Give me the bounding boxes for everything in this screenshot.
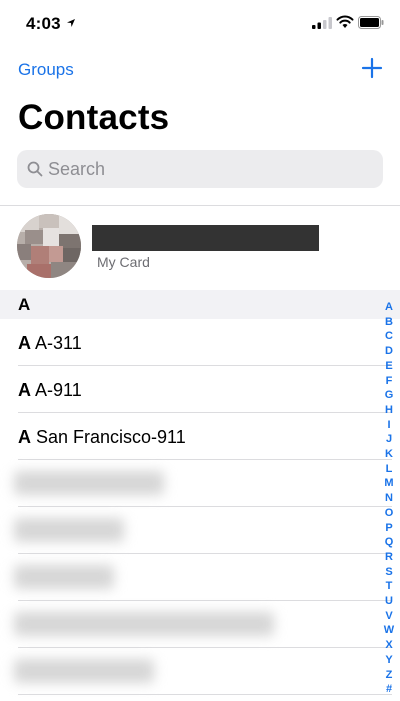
battery-icon — [358, 16, 384, 29]
search-input[interactable]: Search — [17, 150, 383, 188]
divider — [0, 205, 400, 206]
index-letter[interactable]: Y — [380, 653, 398, 668]
contact-name: San Francisco-911 — [31, 427, 186, 447]
contact-name: A-911 — [31, 380, 82, 400]
index-letter[interactable]: Z — [380, 668, 398, 683]
contact-row-obscured[interactable] — [0, 461, 400, 507]
contact-initial: A — [18, 427, 31, 447]
index-letter[interactable]: D — [380, 344, 398, 359]
row-divider — [18, 647, 392, 648]
groups-button[interactable]: Groups — [18, 60, 74, 80]
row-divider — [18, 459, 392, 460]
row-divider — [18, 412, 392, 413]
row-divider — [18, 600, 392, 601]
index-letter[interactable]: C — [380, 329, 398, 344]
index-letter[interactable]: R — [380, 550, 398, 565]
contact-name: A-311 — [31, 333, 82, 353]
index-letter[interactable]: X — [380, 638, 398, 653]
page-title: Contacts — [18, 98, 170, 137]
index-letter[interactable]: M — [380, 476, 398, 491]
contact-row[interactable]: A A-311 — [0, 320, 400, 366]
cellular-signal-icon — [312, 17, 332, 29]
wifi-icon — [336, 15, 354, 28]
index-letter[interactable]: E — [380, 359, 398, 374]
contact-initial: A — [18, 333, 31, 353]
status-bar: 4:03 — [0, 0, 400, 44]
row-divider — [18, 553, 392, 554]
section-letter: A — [18, 295, 31, 314]
index-letter[interactable]: # — [380, 682, 398, 697]
index-letter[interactable]: Q — [380, 535, 398, 550]
index-letter[interactable]: W — [380, 623, 398, 638]
index-letter[interactable]: N — [380, 491, 398, 506]
index-letter[interactable]: T — [380, 579, 398, 594]
avatar[interactable] — [17, 214, 81, 278]
redacted-name — [92, 225, 319, 251]
index-letter[interactable]: G — [380, 388, 398, 403]
contact-row-obscured[interactable] — [0, 508, 400, 554]
index-letter[interactable]: I — [380, 418, 398, 433]
row-divider — [18, 694, 392, 695]
index-letter[interactable]: V — [380, 609, 398, 624]
search-placeholder: Search — [48, 159, 106, 179]
plus-icon[interactable] — [360, 56, 384, 80]
section-header: A — [0, 290, 400, 319]
index-letter[interactable]: A — [380, 300, 398, 315]
index-letter[interactable]: B — [380, 315, 398, 330]
status-time: 4:03 — [26, 14, 61, 33]
contact-initial: A — [18, 380, 31, 400]
index-letter[interactable]: L — [380, 462, 398, 477]
contact-row[interactable]: A San Francisco-911 — [0, 414, 400, 460]
my-card-label: My Card — [97, 254, 150, 270]
search-icon — [27, 161, 43, 177]
index-letter[interactable]: O — [380, 506, 398, 521]
contact-row-obscured[interactable] — [0, 555, 400, 601]
index-letter[interactable]: U — [380, 594, 398, 609]
index-letter[interactable]: J — [380, 432, 398, 447]
contact-row[interactable]: A A-911 — [0, 367, 400, 413]
index-letter[interactable]: H — [380, 403, 398, 418]
alphabet-index[interactable]: A B C D E F G H I J K L M N O P Q R S T U V W X Y Z # — [380, 300, 398, 697]
index-letter[interactable]: S — [380, 565, 398, 580]
contact-row-obscured[interactable] — [0, 649, 400, 695]
index-letter[interactable]: P — [380, 521, 398, 536]
index-letter[interactable]: F — [380, 374, 398, 389]
row-divider — [18, 506, 392, 507]
avatar-image — [17, 214, 81, 278]
row-divider — [18, 365, 392, 366]
location-arrow-icon — [67, 19, 75, 27]
contact-row-obscured[interactable] — [0, 602, 400, 648]
index-letter[interactable]: K — [380, 447, 398, 462]
